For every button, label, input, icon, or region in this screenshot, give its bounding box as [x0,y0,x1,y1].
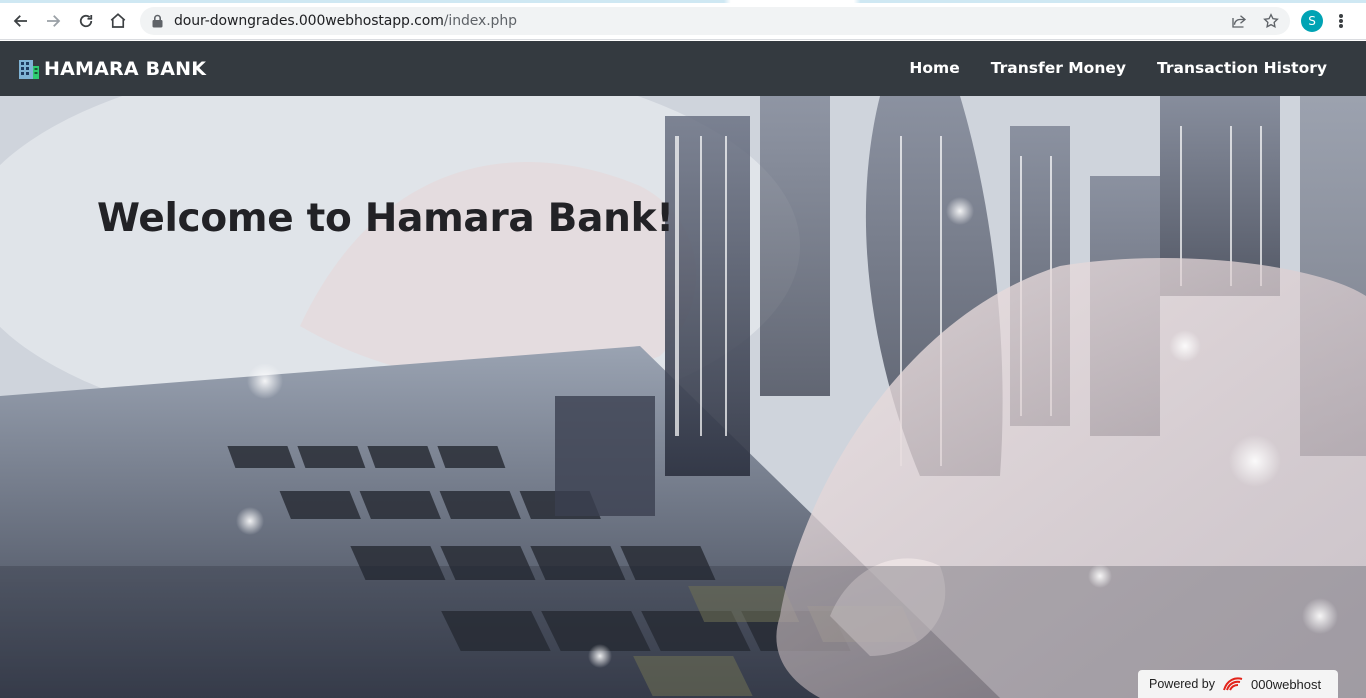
brand-name: HAMARA BANK [44,58,207,80]
back-button[interactable] [8,8,34,34]
nav-link-home[interactable]: Home [909,59,959,77]
nav-link-transfer-money[interactable]: Transfer Money [991,59,1126,77]
url-path: /index.php [443,13,517,29]
hero-title: Welcome to Hamara Bank! [97,196,674,241]
reload-icon [79,14,93,28]
bookmark-star-icon[interactable] [1262,12,1280,30]
000webhost-logo-icon [1223,677,1243,691]
lock-icon [152,14,163,28]
nav-links: Home Transfer Money Transaction History [909,59,1327,77]
arrow-left-icon [13,15,27,27]
reload-button[interactable] [73,8,99,34]
share-icon[interactable] [1230,12,1248,30]
home-icon [110,13,126,28]
nav-link-transaction-history[interactable]: Transaction History [1157,59,1327,77]
arrow-right-icon [47,15,61,27]
brand[interactable]: HAMARA BANK [18,57,206,81]
hero-section: Welcome to Hamara Bank! [0,96,1366,698]
bank-building-icon [19,60,39,79]
profile-avatar[interactable]: S [1301,10,1323,32]
tab-strip-edge [0,0,1366,3]
powered-by-badge[interactable]: Powered by 000webhost [1138,670,1338,698]
hero-background-image [0,96,1366,698]
home-button[interactable] [105,8,131,34]
browser-menu-icon[interactable] [1333,11,1349,31]
forward-button[interactable] [40,8,66,34]
powered-by-label: Powered by [1149,677,1216,691]
address-bar[interactable]: dour-downgrades.000webhostapp.com/index.… [140,7,1290,35]
host-name: 000webhost [1251,676,1322,692]
site-navbar: HAMARA BANK Home Transfer Money Transact… [0,41,1366,96]
url-host: dour-downgrades.000webhostapp.com [174,13,444,29]
browser-toolbar: dour-downgrades.000webhostapp.com/index.… [0,0,1366,40]
url-text: dour-downgrades.000webhostapp.com/index.… [174,13,517,29]
